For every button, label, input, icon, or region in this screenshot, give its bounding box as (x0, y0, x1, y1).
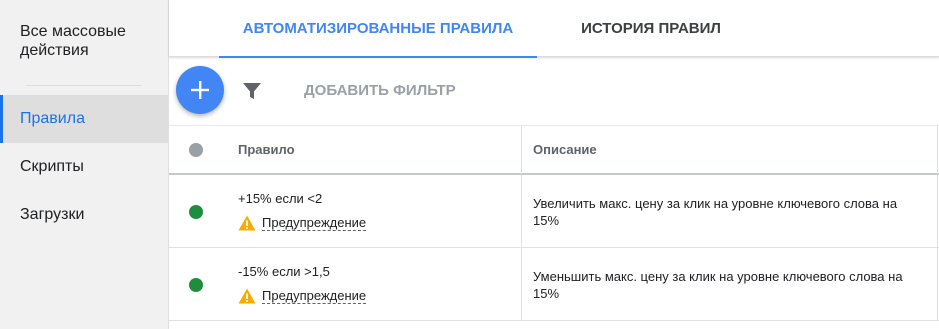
rule-warning: Предупреждение (238, 214, 367, 232)
column-separator (521, 126, 522, 174)
column-separator (937, 126, 938, 174)
main-content: АВТОМАТИЗИРОВАННЫЕ ПРАВИЛА ИСТОРИЯ ПРАВИ… (168, 0, 939, 329)
warning-label[interactable]: Предупреждение (262, 215, 367, 231)
table-row: +15% если <2 Предупреждение Увеличить ма… (169, 175, 939, 248)
table-header: Правило Описание (169, 125, 939, 175)
tab-bar: АВТОМАТИЗИРОВАННЫЕ ПРАВИЛА ИСТОРИЯ ПРАВИ… (169, 0, 939, 58)
add-rule-button[interactable] (176, 66, 224, 114)
sidebar-item-uploads[interactable]: Загрузки (0, 191, 168, 239)
status-enabled-dot (189, 278, 203, 292)
sidebar-all-bulk-actions[interactable]: Все массовые действия (20, 22, 150, 60)
warning-icon (238, 215, 256, 231)
sidebar-divider (26, 85, 141, 86)
column-header-rule[interactable]: Правило (238, 126, 295, 174)
column-separator (937, 175, 938, 248)
filter-icon[interactable] (241, 80, 263, 102)
tab-rules-history[interactable]: ИСТОРИЯ ПРАВИЛ (537, 0, 765, 57)
column-separator (521, 248, 522, 321)
rule-warning: Предупреждение (238, 287, 367, 305)
column-header-description[interactable]: Описание (533, 126, 597, 174)
add-filter-button[interactable]: ДОБАВИТЬ ФИЛЬТР (304, 80, 456, 102)
column-separator (521, 175, 522, 248)
sidebar-item-scripts[interactable]: Скрипты (0, 143, 168, 191)
column-separator (937, 248, 938, 321)
sidebar: Все массовые действия Правила Скрипты За… (0, 0, 168, 329)
plus-icon (191, 81, 209, 99)
table-row: -15% если >1,5 Предупреждение Уменьшить … (169, 248, 939, 321)
sidebar-item-rules[interactable]: Правила (0, 95, 168, 143)
status-enabled-dot (189, 205, 203, 219)
rule-description: Уменьшить макс. цену за клик на уровне к… (533, 269, 903, 301)
rule-description: Увеличить макс. цену за клик на уровне к… (533, 196, 898, 228)
warning-icon (238, 288, 256, 304)
rule-name-link[interactable]: +15% если <2 (238, 191, 322, 207)
tab-automated-rules[interactable]: АВТОМАТИЗИРОВАННЫЕ ПРАВИЛА (219, 0, 537, 58)
rule-name-link[interactable]: -15% если >1,5 (238, 264, 330, 280)
status-header-dot (189, 143, 203, 157)
warning-label[interactable]: Предупреждение (262, 288, 367, 304)
